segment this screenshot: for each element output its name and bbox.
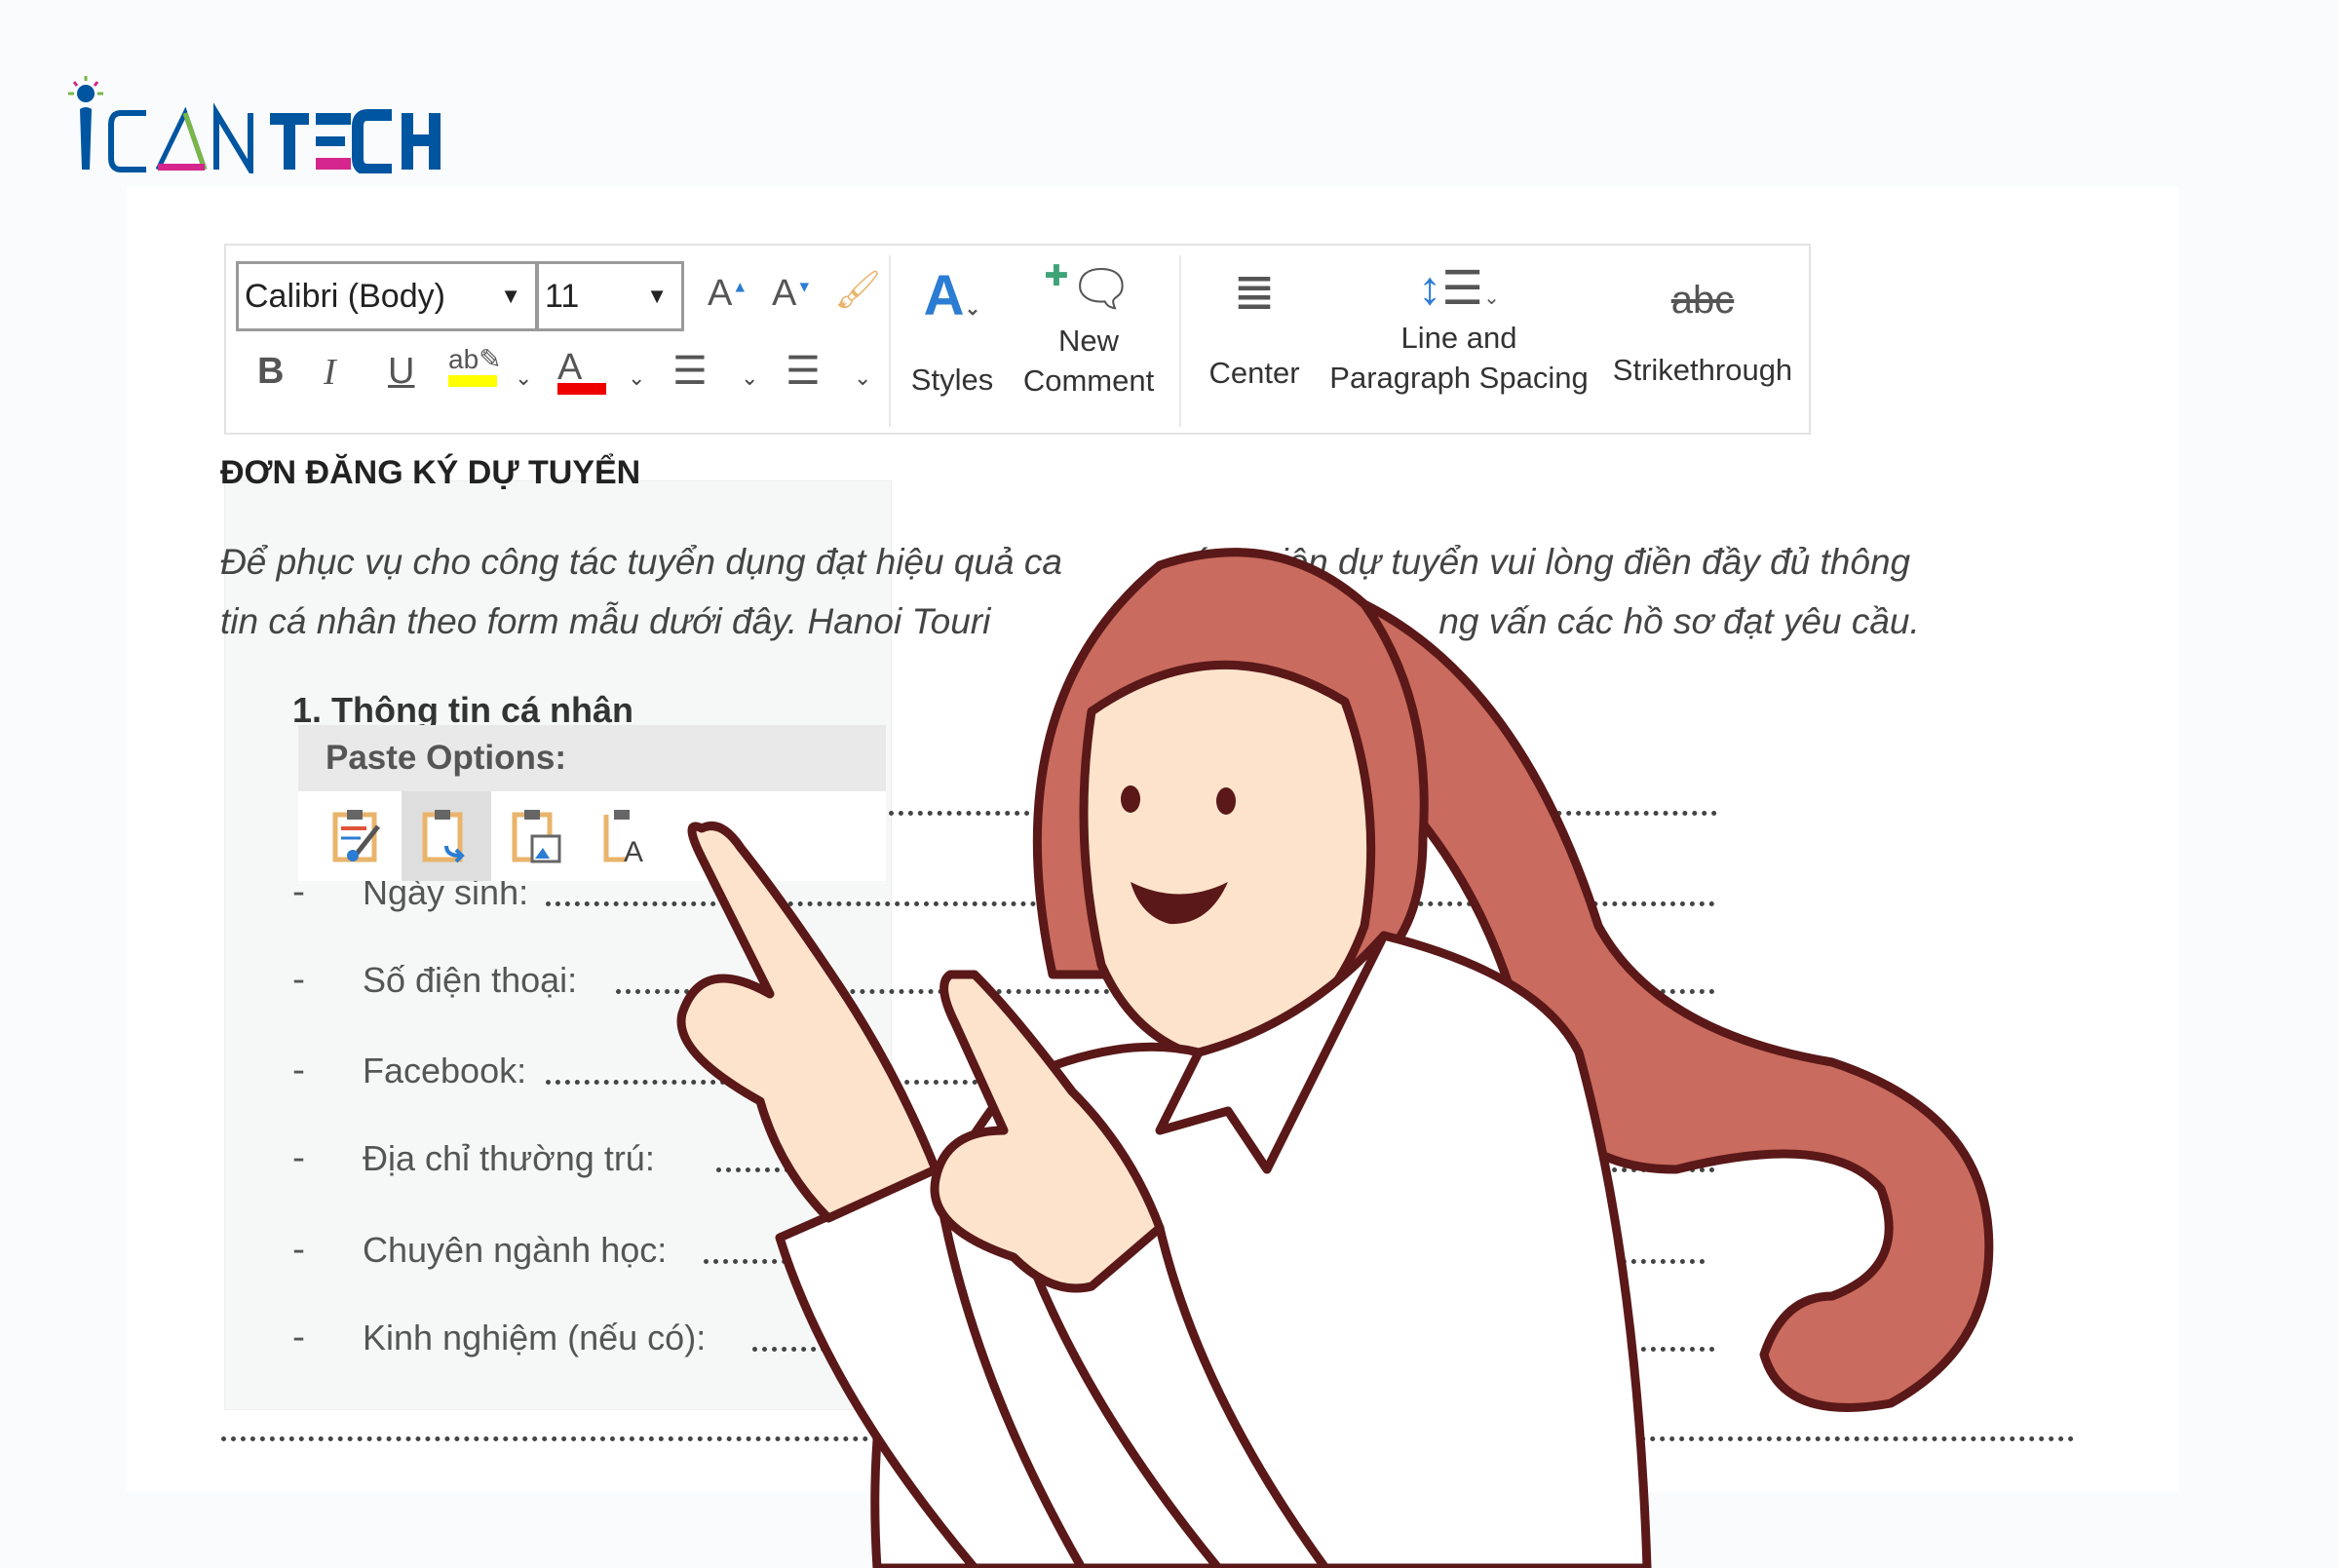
woman-pointing-illustration [676, 548, 1994, 1568]
left-hand [676, 822, 940, 1223]
